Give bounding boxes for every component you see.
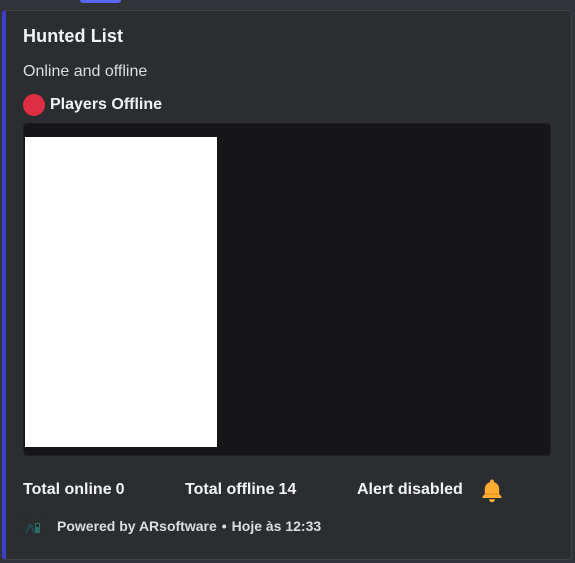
field-total-online: Total online 0 [23, 481, 125, 499]
embed-title: Hunted List [23, 26, 124, 46]
selected-tab-indicator [80, 0, 121, 3]
field-alert-label: Alert disabled [357, 481, 463, 498]
field-total-offline-value: 14 [278, 481, 297, 498]
player-list-block [23, 123, 551, 456]
status-label: Players Offline [50, 96, 163, 113]
bell-icon [482, 479, 502, 503]
field-total-online-label: Total online [23, 481, 112, 498]
field-total-offline-label: Total offline [185, 481, 275, 498]
footer-text: Powered by ARsoftware [57, 518, 217, 534]
footer-separator: • [221, 518, 227, 534]
player-list-image [25, 137, 217, 447]
footer-timestamp: Hoje às 12:33 [231, 518, 322, 534]
embed-card: Hunted List Online and offline Players O… [2, 10, 572, 560]
embed-footer: Powered by ARsoftware • Hoje às 12:33 [23, 516, 321, 536]
embed-fields: Total online 0 Total offline 14 Alert disa… [23, 477, 543, 503]
red-circle-icon [23, 94, 45, 116]
arsoftware-logo-icon [23, 516, 43, 536]
field-total-online-value: 0 [115, 481, 125, 498]
field-total-offline: Total offline 14 [185, 481, 296, 499]
status-line: Players Offline [23, 93, 162, 117]
embed-description: Online and offline [23, 63, 148, 80]
field-alert: Alert disabled [357, 481, 463, 499]
